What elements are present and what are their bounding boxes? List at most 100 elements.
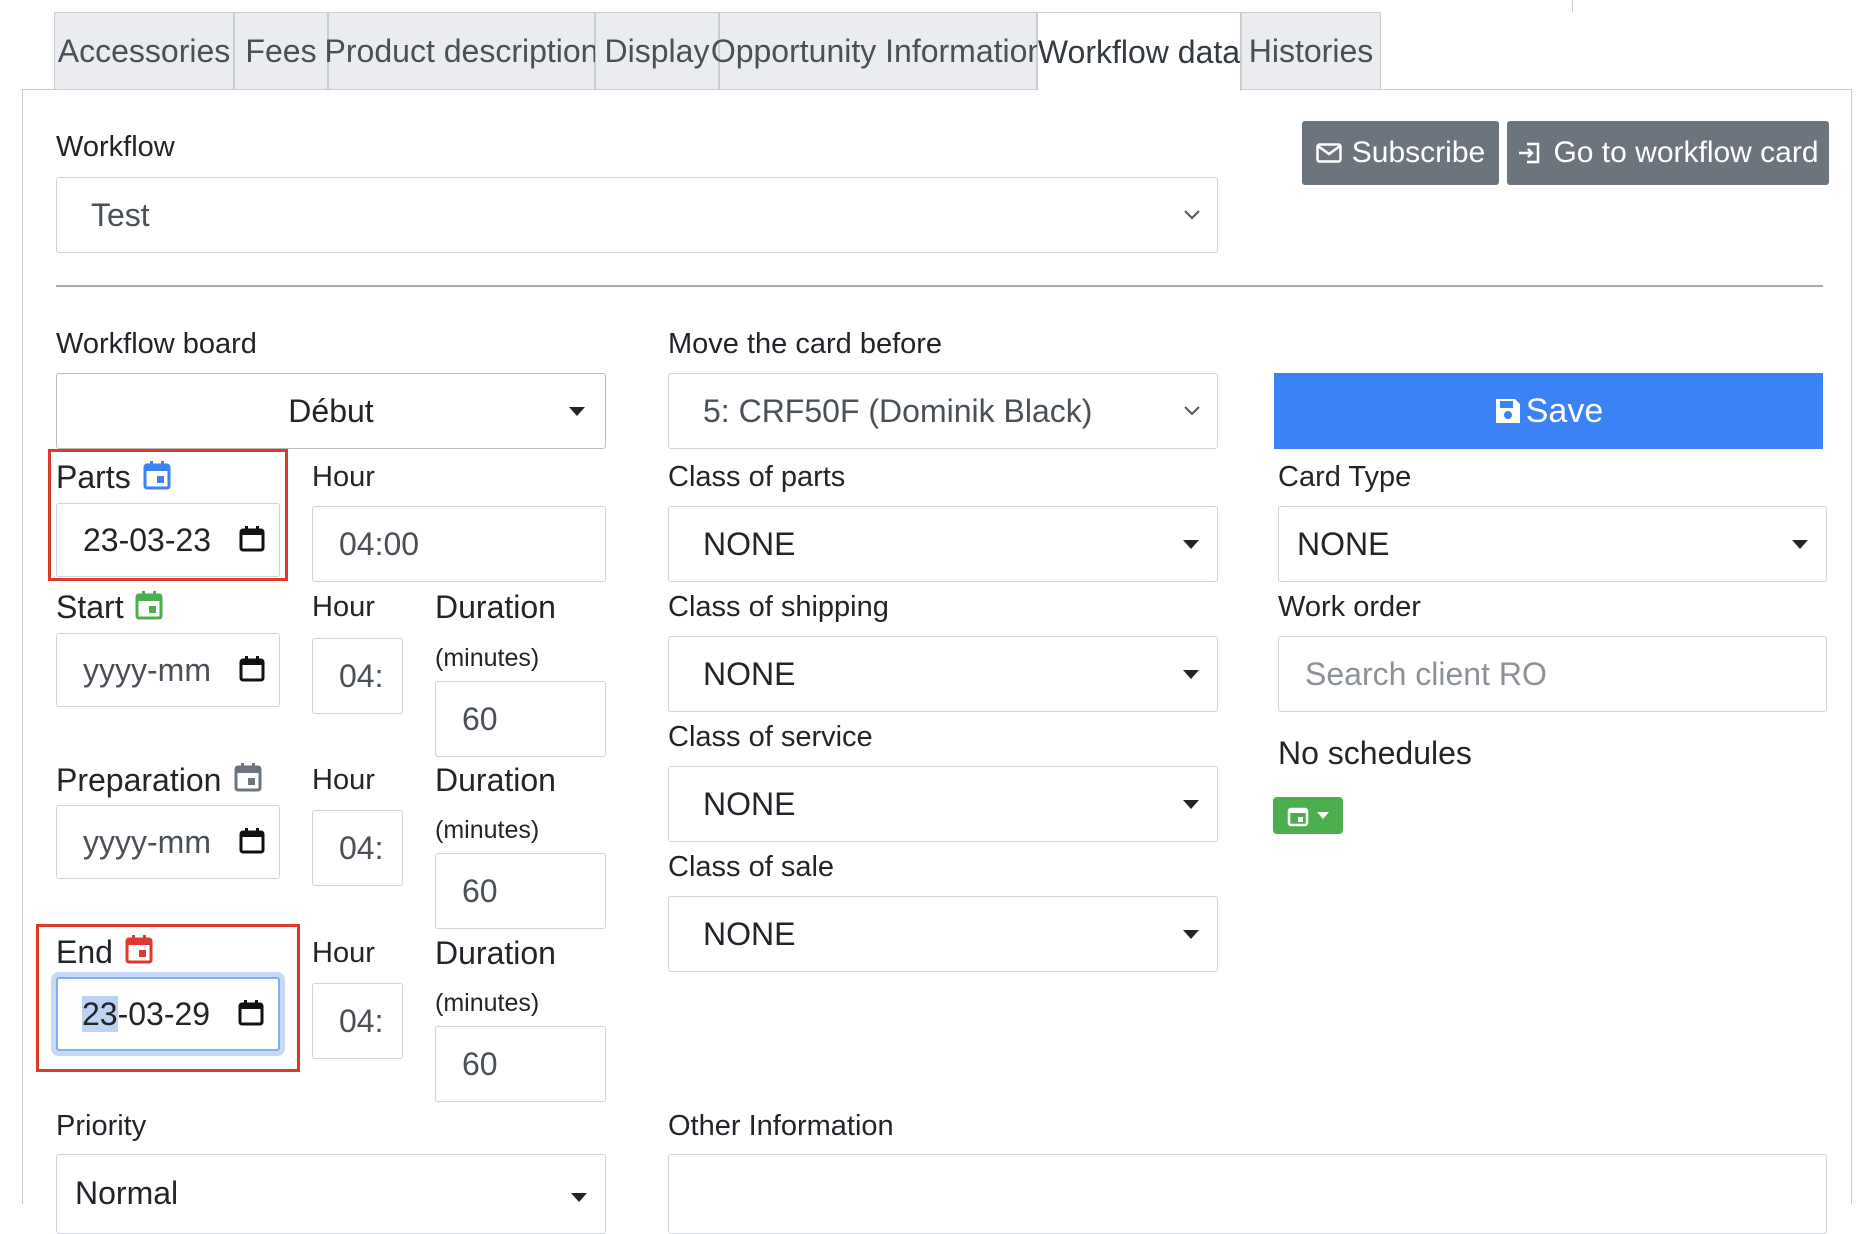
class-of-shipping-select[interactable]: NONE [668, 636, 1218, 712]
start-date-input[interactable]: yyyy-mm [56, 633, 280, 707]
class-of-parts-select[interactable]: NONE [668, 506, 1218, 582]
caret-down-icon [1317, 812, 1329, 819]
preparation-duration-label: Duration [435, 762, 556, 798]
calendar-picker-icon[interactable] [239, 526, 265, 552]
workflow-board-label: Workflow board [56, 328, 257, 360]
parts-label: Parts [56, 459, 131, 495]
end-label: End [56, 934, 113, 970]
caret-down-icon [571, 1193, 587, 1202]
priority-value: Normal [75, 1175, 179, 1211]
floppy-disk-icon [1495, 399, 1520, 423]
tab-workflow-data[interactable]: Workflow data [1037, 12, 1241, 91]
calendar-picker-icon[interactable] [238, 1000, 264, 1026]
tab-product-description[interactable]: Product description [325, 12, 598, 90]
class-of-service-label: Class of service [668, 721, 873, 753]
preparation-date-input[interactable]: yyyy-mm [56, 805, 280, 879]
calendar-icon [125, 935, 153, 964]
parts-date-value: 23-03-23 [83, 521, 212, 558]
end-duration-input[interactable]: 60 [435, 1026, 606, 1102]
calendar-picker-icon[interactable] [239, 828, 265, 854]
preparation-date-value: yyyy-mm [83, 823, 211, 860]
other-information-label: Other Information [668, 1110, 894, 1142]
subscribe-label: Subscribe [1351, 136, 1486, 169]
other-information-textarea[interactable] [668, 1154, 1827, 1234]
divider [56, 285, 1823, 287]
work-order-label: Work order [1278, 591, 1421, 623]
start-hour-value: 04: [339, 657, 384, 694]
caret-down-icon [1183, 540, 1199, 549]
calendar-icon [143, 461, 171, 490]
tab-strip-edge [1572, 0, 1573, 12]
end-duration-value: 60 [462, 1045, 498, 1082]
preparation-hour-input[interactable]: 04: [312, 810, 403, 886]
sign-in-icon [1519, 142, 1540, 164]
no-schedules-text: No schedules [1278, 735, 1472, 771]
panel-border-right [1851, 89, 1852, 1204]
card-type-select[interactable]: NONE [1278, 506, 1827, 582]
tab-underline [22, 89, 1852, 90]
tab-histories[interactable]: Histories [1241, 12, 1381, 90]
move-card-label: Move the card before [668, 328, 943, 360]
parts-date-input[interactable]: 23-03-23 [56, 503, 280, 577]
preparation-duration-input[interactable]: 60 [435, 853, 606, 929]
go-to-workflow-card-label: Go to workflow card [1553, 136, 1819, 169]
envelope-icon [1316, 143, 1342, 163]
start-duration-value: 60 [462, 700, 498, 737]
class-of-service-value: NONE [703, 785, 796, 822]
caret-down-icon [1183, 800, 1199, 809]
end-hour-input[interactable]: 04: [312, 983, 403, 1059]
move-card-select[interactable]: 5: CRF50F (Dominik Black) [668, 373, 1218, 449]
schedule-dropdown-button[interactable] [1273, 797, 1343, 834]
calendar-icon [234, 763, 262, 792]
end-date-rest: -03-29 [117, 995, 211, 1032]
caret-down-icon [1183, 670, 1199, 679]
workflow-board-value: Début [288, 392, 374, 429]
class-of-sale-value: NONE [703, 915, 796, 952]
work-order-placeholder: Search client RO [1305, 655, 1547, 692]
work-order-search-input[interactable]: Search client RO [1278, 636, 1827, 712]
calendar-picker-icon[interactable] [239, 656, 265, 682]
go-to-workflow-card-button[interactable]: Go to workflow card [1507, 121, 1829, 185]
tab-accessories[interactable]: Accessories [54, 12, 234, 90]
class-of-parts-label: Class of parts [668, 461, 846, 493]
class-of-shipping-value: NONE [703, 655, 796, 692]
start-duration-input[interactable]: 60 [435, 681, 606, 757]
priority-select[interactable]: Normal [56, 1154, 606, 1234]
save-button[interactable]: Save [1274, 373, 1823, 449]
card-type-value: NONE [1297, 525, 1390, 562]
start-label: Start [56, 589, 124, 625]
tab-opportunity-information[interactable]: Opportunity Information [711, 12, 1045, 90]
chevron-down-icon [1184, 406, 1200, 416]
calendar-icon [135, 591, 163, 620]
preparation-hour-value: 04: [339, 829, 384, 866]
chevron-down-icon [1184, 210, 1200, 220]
start-hour-input[interactable]: 04: [312, 638, 403, 714]
end-duration-label: Duration [435, 935, 556, 971]
panel-border-left [22, 89, 23, 1204]
preparation-duration-value: 60 [462, 872, 498, 909]
end-duration-unit: (minutes) [435, 989, 540, 1017]
subscribe-button[interactable]: Subscribe [1302, 121, 1499, 185]
start-duration-label: Duration [435, 589, 556, 625]
class-of-shipping-label: Class of shipping [668, 591, 889, 623]
class-of-parts-value: NONE [703, 525, 796, 562]
move-card-value: 5: CRF50F (Dominik Black) [703, 392, 1093, 429]
parts-hour-input[interactable]: 04:00 [312, 506, 606, 582]
start-duration-unit: (minutes) [435, 644, 540, 672]
class-of-sale-label: Class of sale [668, 851, 835, 883]
caret-down-icon [1792, 540, 1808, 549]
caret-down-icon [569, 407, 585, 416]
preparation-duration-unit: (minutes) [435, 816, 540, 844]
start-hour-label: Hour [312, 591, 375, 623]
class-of-service-select[interactable]: NONE [668, 766, 1218, 842]
workflow-select[interactable]: Test [56, 177, 1218, 253]
workflow-value: Test [91, 196, 150, 233]
tab-fees[interactable]: Fees [234, 12, 328, 90]
tab-display[interactable]: Display [595, 12, 719, 90]
priority-label: Priority [56, 1110, 147, 1142]
class-of-sale-select[interactable]: NONE [668, 896, 1218, 972]
end-date-input[interactable]: 23-03-29 [56, 977, 280, 1051]
card-type-label: Card Type [1278, 461, 1412, 493]
calendar-icon [1287, 807, 1309, 826]
workflow-board-select[interactable]: Début [56, 373, 606, 449]
